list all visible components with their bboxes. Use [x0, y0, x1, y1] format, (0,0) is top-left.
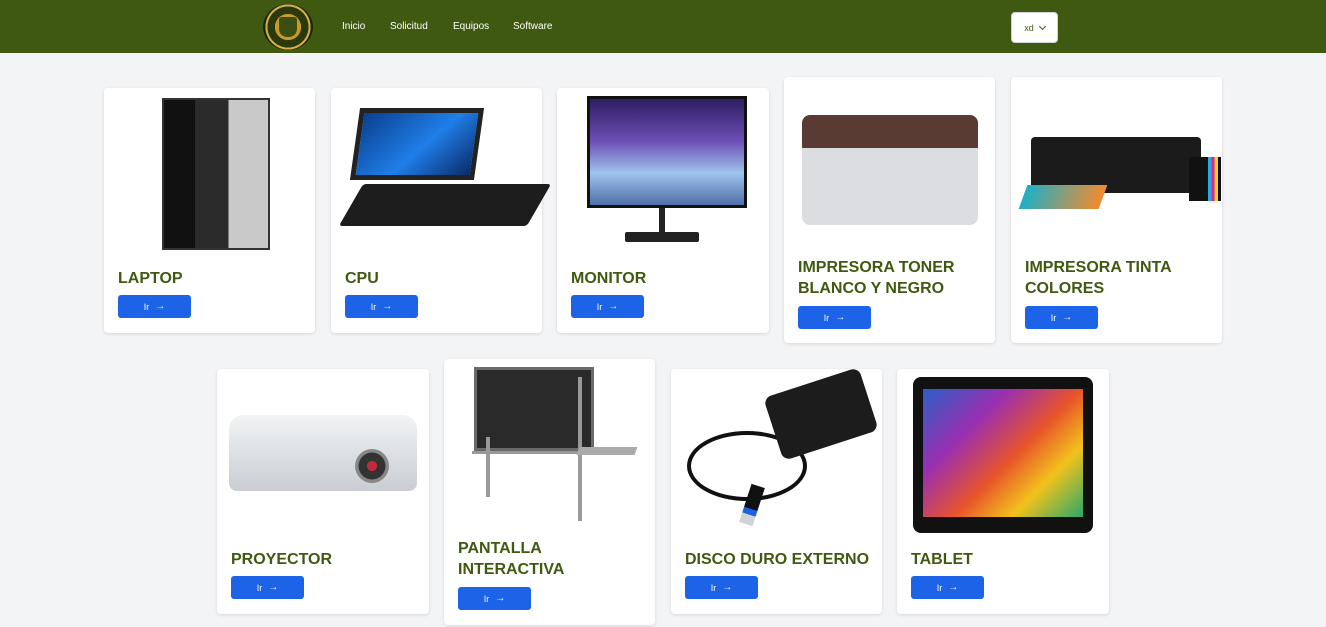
tablet-image	[907, 377, 1099, 537]
button-label: Ir	[483, 593, 490, 604]
card-title: LAPTOP	[118, 270, 183, 287]
pc-tower-image	[114, 96, 305, 256]
interactive-board-image	[454, 367, 645, 527]
go-button-tablet[interactable]: Ir →	[911, 576, 984, 599]
laser-printer-image	[794, 85, 985, 245]
card-title: MONITOR	[571, 270, 647, 287]
card-title: IMPRESORA TINTA COLORES	[1025, 259, 1172, 297]
card-laptop: LAPTOP Ir →	[104, 88, 315, 333]
logo-shield-icon	[279, 17, 297, 37]
projector-image	[227, 377, 419, 537]
card-tablet: TABLET Ir →	[897, 369, 1109, 614]
card-title: DISCO DURO EXTERNO	[685, 551, 870, 568]
card-proyector: PROYECTOR Ir →	[217, 369, 429, 614]
arrow-right-icon: →	[608, 300, 619, 312]
go-button-laptop[interactable]: Ir →	[118, 295, 191, 318]
card-title: PANTALLA INTERACTIVA	[458, 540, 565, 578]
button-label: Ir	[710, 582, 717, 593]
user-select[interactable]: xd	[1011, 12, 1058, 43]
go-button-pantalla-interactiva[interactable]: Ir →	[458, 587, 531, 610]
arrow-right-icon: →	[1062, 311, 1073, 323]
button-label: Ir	[823, 312, 830, 323]
user-select-value: xd	[1024, 22, 1034, 33]
card-pantalla-interactiva: PANTALLA INTERACTIVA Ir →	[444, 359, 655, 625]
card-impresora-tinta: IMPRESORA TINTA COLORES Ir →	[1011, 77, 1222, 343]
logo-emblem[interactable]	[263, 4, 313, 50]
button-label: Ir	[936, 582, 943, 593]
ink-printer-image	[1018, 85, 1221, 245]
button-label: Ir	[256, 582, 263, 593]
go-button-monitor[interactable]: Ir →	[571, 295, 644, 318]
nav-link-inicio[interactable]: Inicio	[342, 21, 365, 32]
card-cpu: CPU Ir →	[331, 88, 552, 333]
card-title: IMPRESORA TONER BLANCO Y NEGRO	[798, 259, 955, 297]
arrow-right-icon: →	[155, 300, 166, 312]
arrow-right-icon: →	[495, 592, 506, 604]
go-button-impresora-tinta[interactable]: Ir →	[1025, 306, 1098, 329]
external-hdd-image	[681, 367, 879, 537]
go-button-cpu[interactable]: Ir →	[345, 295, 418, 318]
arrow-right-icon: →	[722, 581, 733, 593]
top-navbar: Inicio Solicitud Equipos Software xd	[0, 0, 1326, 53]
card-disco-duro: DISCO DURO EXTERNO Ir →	[671, 367, 882, 614]
button-label: Ir	[596, 301, 603, 312]
arrow-right-icon: →	[835, 311, 846, 323]
go-button-disco-duro[interactable]: Ir →	[685, 576, 758, 599]
card-monitor: MONITOR Ir →	[557, 88, 769, 333]
button-label: Ir	[1050, 312, 1057, 323]
button-label: Ir	[143, 301, 150, 312]
card-title: CPU	[345, 270, 379, 287]
button-label: Ir	[370, 301, 377, 312]
arrow-right-icon: →	[382, 300, 393, 312]
arrow-right-icon: →	[948, 581, 959, 593]
card-impresora-toner: IMPRESORA TONER BLANCO Y NEGRO Ir →	[784, 77, 995, 343]
card-title: TABLET	[911, 551, 973, 568]
nav-link-software[interactable]: Software	[513, 21, 552, 32]
monitor-image	[567, 96, 759, 256]
card-title: PROYECTOR	[231, 551, 333, 568]
laptop-image	[338, 96, 552, 256]
go-button-impresora-toner[interactable]: Ir →	[798, 306, 871, 329]
nav-link-equipos[interactable]: Equipos	[453, 21, 489, 32]
go-button-proyector[interactable]: Ir →	[231, 576, 304, 599]
chevron-down-icon	[1038, 22, 1046, 30]
arrow-right-icon: →	[268, 581, 279, 593]
nav-link-solicitud[interactable]: Solicitud	[390, 21, 428, 32]
